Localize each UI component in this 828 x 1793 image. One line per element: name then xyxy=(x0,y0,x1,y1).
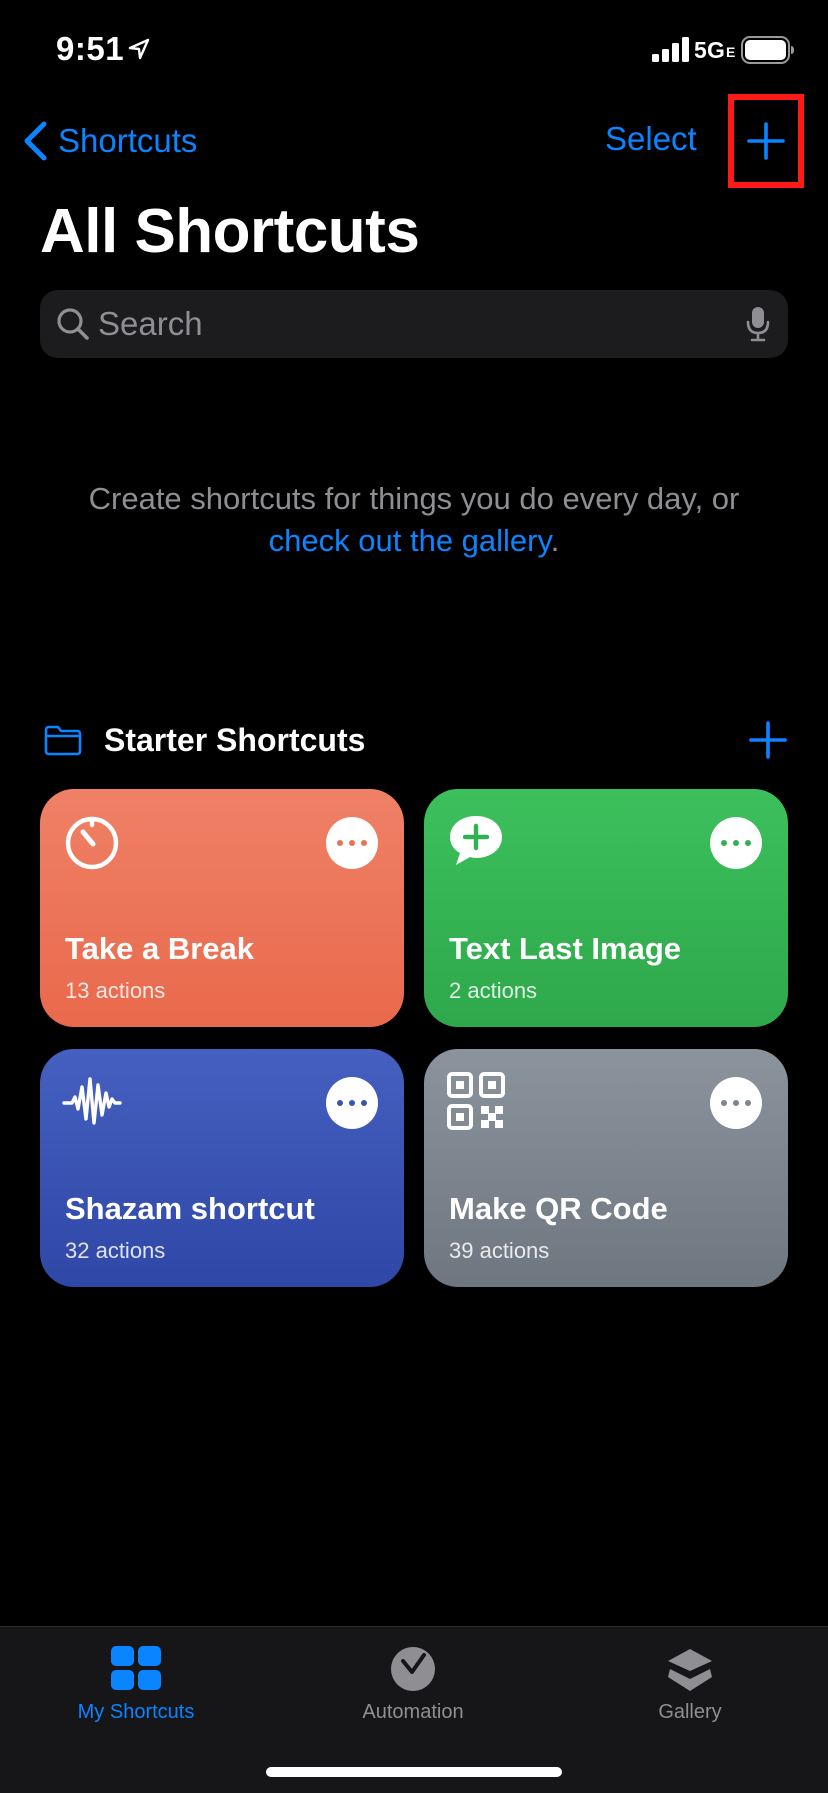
grid-icon xyxy=(111,1646,161,1690)
message-add-icon xyxy=(450,816,502,865)
plus-icon xyxy=(747,122,785,160)
shortcut-card-take-a-break[interactable]: Take a Break 13 actions xyxy=(40,789,404,1027)
cellular-signal-icon xyxy=(652,37,689,62)
shortcut-title: Text Last Image xyxy=(449,931,682,966)
battery-icon xyxy=(741,36,794,64)
tab-label: Gallery xyxy=(658,1701,722,1723)
status-time: 9:51 xyxy=(56,30,125,67)
tab-automation[interactable]: Automation xyxy=(313,1645,513,1724)
shortcut-action-count: 39 actions xyxy=(449,1238,550,1263)
folder-icon xyxy=(44,725,82,756)
search-bar xyxy=(40,290,788,358)
location-arrow-icon xyxy=(128,38,150,60)
shortcut-action-count: 13 actions xyxy=(65,978,166,1003)
layers-icon xyxy=(668,1649,712,1691)
search-input[interactable] xyxy=(98,290,718,358)
microphone-icon[interactable] xyxy=(746,306,770,342)
shortcut-title: Take a Break xyxy=(65,931,254,966)
shortcut-title: Make QR Code xyxy=(449,1191,668,1226)
tab-gallery[interactable]: Gallery xyxy=(590,1645,790,1724)
more-options-button[interactable] xyxy=(710,1077,762,1129)
shortcut-card-text-last-image[interactable]: Text Last Image 2 actions xyxy=(424,789,788,1027)
timer-icon xyxy=(65,816,119,870)
home-indicator xyxy=(266,1767,562,1777)
page-title: All Shortcuts xyxy=(40,197,420,266)
gallery-link[interactable]: check out the gallery xyxy=(269,523,551,558)
chevron-left-icon xyxy=(24,121,47,161)
empty-state-text: Create shortcuts for things you do every… xyxy=(88,481,740,516)
network-subtype: E xyxy=(726,44,736,60)
shortcut-card-make-qr-code[interactable]: Make QR Code 39 actions xyxy=(424,1049,788,1287)
folder-title: Starter Shortcuts xyxy=(104,722,366,758)
network-type: 5G xyxy=(694,37,726,63)
folder-header: Starter Shortcuts xyxy=(40,718,788,762)
search-icon xyxy=(57,308,89,340)
shortcut-action-count: 32 actions xyxy=(65,1238,166,1263)
empty-state-message: Create shortcuts for things you do every… xyxy=(0,478,828,562)
select-button[interactable]: Select xyxy=(605,120,697,158)
empty-state-suffix: . xyxy=(550,523,560,558)
more-options-button[interactable] xyxy=(326,1077,378,1129)
add-to-folder-icon[interactable] xyxy=(748,720,788,760)
tab-label: Automation xyxy=(362,1701,464,1723)
add-shortcut-button[interactable] xyxy=(728,94,804,188)
more-options-button[interactable] xyxy=(710,817,762,869)
shortcut-action-count: 2 actions xyxy=(449,978,538,1003)
back-button-label: Shortcuts xyxy=(58,122,198,159)
tab-label: My Shortcuts xyxy=(77,1701,195,1723)
back-button[interactable]: Shortcuts xyxy=(22,118,197,164)
clock-check-icon xyxy=(391,1647,435,1691)
more-options-button[interactable] xyxy=(326,817,378,869)
empty-state-link-line: check out the gallery. xyxy=(0,520,828,562)
shortcut-title: Shazam shortcut xyxy=(65,1191,315,1226)
status-bar: 9:51 5G E xyxy=(0,0,828,100)
shortcut-card-shazam[interactable]: Shazam shortcut 32 actions xyxy=(40,1049,404,1287)
tab-my-shortcuts[interactable]: My Shortcuts xyxy=(36,1645,236,1724)
waveform-icon xyxy=(62,1077,122,1125)
qr-code-icon xyxy=(447,1072,505,1130)
